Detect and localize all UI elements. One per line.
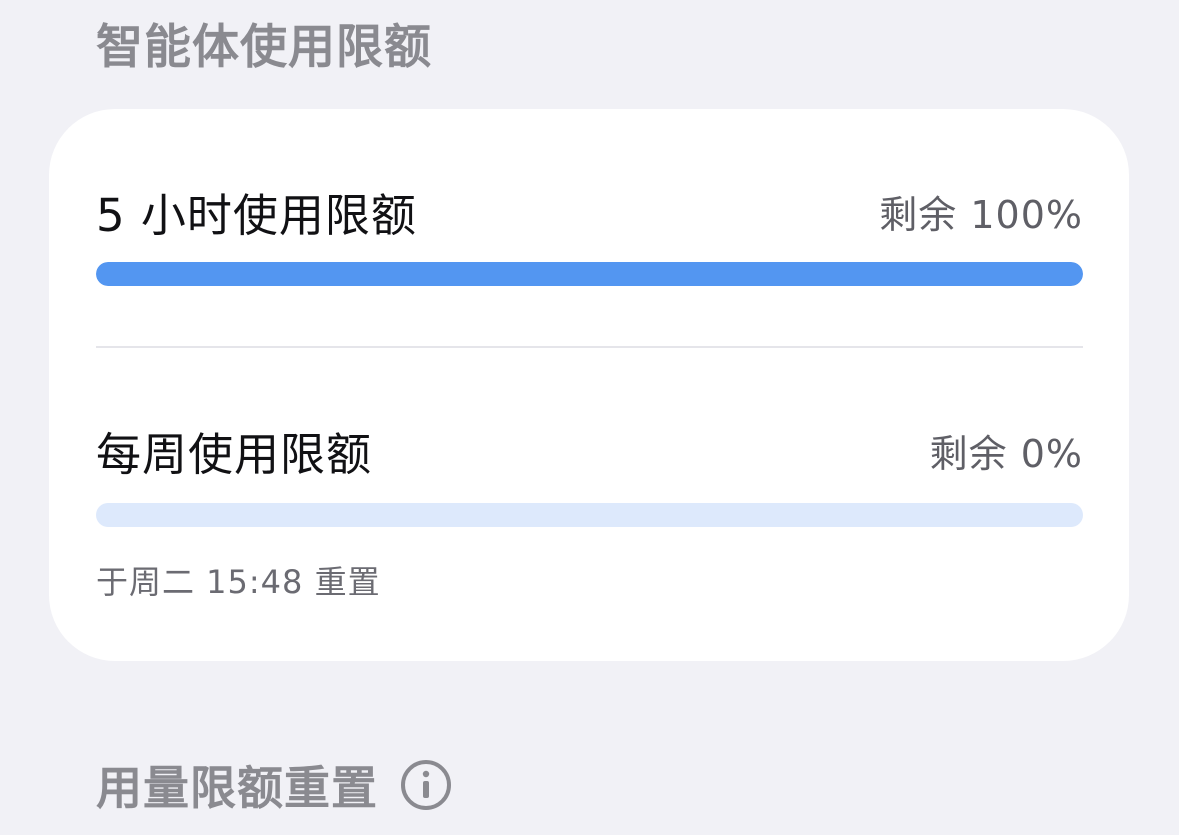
usage-reset-section-title: 用量限额重置 bbox=[96, 752, 452, 818]
five-hour-limit-title: 5 小时使用限额 bbox=[96, 189, 417, 242]
five-hour-limit-progress-bar bbox=[96, 262, 1083, 286]
usage-limits-card: 5 小时使用限额 剩余 100% 每周使用限额 剩余 0% 于周二 15:48 … bbox=[49, 109, 1129, 661]
five-hour-limit-row: 5 小时使用限额 剩余 100% bbox=[96, 179, 1083, 244]
limits-divider bbox=[96, 346, 1083, 348]
five-hour-limit-progress-fill bbox=[96, 262, 1083, 286]
agent-limits-section-title: 智能体使用限额 bbox=[96, 20, 432, 75]
five-hour-limit-remaining: 剩余 100% bbox=[879, 193, 1083, 237]
usage-reset-title-text: 用量限额重置 bbox=[96, 761, 378, 815]
info-circle-icon[interactable] bbox=[400, 759, 452, 811]
weekly-limit-remaining: 剩余 0% bbox=[929, 432, 1083, 476]
weekly-limit-reset-note: 于周二 15:48 重置 bbox=[96, 563, 381, 601]
weekly-limit-row: 每周使用限额 剩余 0% bbox=[96, 418, 1083, 483]
weekly-limit-progress-bar bbox=[96, 503, 1083, 527]
weekly-limit-title: 每周使用限额 bbox=[96, 428, 373, 481]
